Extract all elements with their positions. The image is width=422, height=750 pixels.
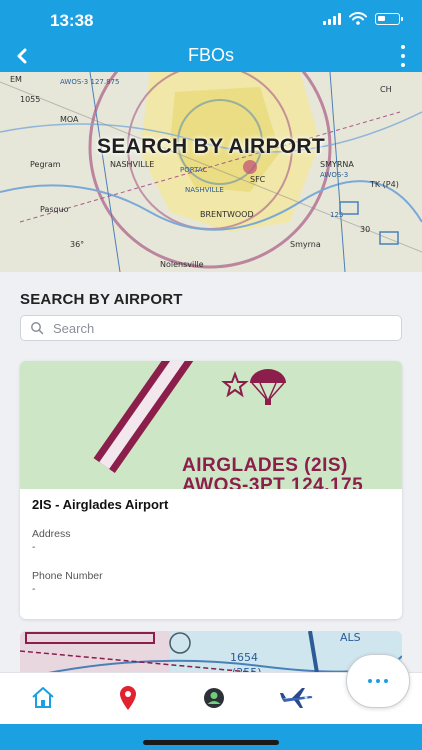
- svg-text:AWOS-3 127.875: AWOS-3 127.875: [60, 78, 119, 86]
- svg-text:ALS: ALS: [340, 631, 361, 644]
- chart-label-awos: AWOS-3PT 124.175: [182, 475, 364, 489]
- svg-text:125: 125: [330, 211, 343, 219]
- svg-text:BRENTWOOD: BRENTWOOD: [200, 210, 254, 219]
- svg-text:CH: CH: [380, 85, 392, 94]
- search-bar[interactable]: [20, 315, 402, 341]
- svg-text:36°: 36°: [70, 240, 84, 249]
- sectional-chart-image: 1055 MOA NASHVILLE Pegram Pasquo 36° SFC SMYR…: [0, 72, 422, 272]
- svg-text:MOA: MOA: [60, 115, 79, 124]
- svg-text:1055: 1055: [20, 95, 40, 104]
- svg-text:TK (P4): TK (P4): [369, 180, 399, 189]
- home-icon: [32, 687, 54, 708]
- airport-name: 2IS - Airglades Airport: [32, 497, 169, 512]
- profile-icon: [204, 688, 224, 708]
- svg-text:Smyrna: Smyrna: [290, 240, 321, 249]
- wifi-icon: [349, 12, 367, 25]
- tab-map[interactable]: [113, 683, 143, 713]
- kebab-menu-icon: [401, 45, 405, 49]
- section-heading: SEARCH BY AIRPORT: [20, 291, 183, 308]
- battery-icon: [375, 12, 403, 25]
- home-indicator-area: [0, 724, 422, 750]
- svg-text:Nolensville: Nolensville: [160, 260, 204, 269]
- cellular-signal-icon: [323, 12, 341, 25]
- status-bar: 13:38: [0, 0, 422, 40]
- hero-banner: 1055 MOA NASHVILLE Pegram Pasquo 36° SFC SMYR…: [0, 72, 422, 272]
- phone-value: -: [32, 583, 36, 595]
- more-options-button[interactable]: [396, 45, 410, 67]
- airport-card[interactable]: AIRGLADES (2IS) AWOS-3PT 124.175 2IS - A…: [20, 361, 402, 619]
- svg-text:AWOS-3: AWOS-3: [320, 171, 348, 179]
- svg-text:EM: EM: [10, 75, 22, 84]
- tab-home[interactable]: [28, 683, 58, 713]
- svg-text:NASHVILLE: NASHVILLE: [110, 160, 154, 169]
- status-icons: [323, 12, 403, 25]
- phone-label: Phone Number: [32, 570, 103, 582]
- home-indicator[interactable]: [143, 740, 279, 745]
- airport-chart-image: AIRGLADES (2IS) AWOS-3PT 124.175: [20, 361, 402, 489]
- svg-text:SMYRNA: SMYRNA: [320, 160, 354, 169]
- hero-title: SEARCH BY AIRPORT: [97, 135, 325, 158]
- map-pin-icon: [120, 686, 136, 710]
- tab-profile[interactable]: [199, 683, 229, 713]
- tab-aircraft[interactable]: [280, 683, 314, 713]
- svg-text:30: 30: [360, 225, 370, 234]
- svg-text:Pegram: Pegram: [30, 160, 61, 169]
- address-value: -: [32, 541, 36, 553]
- svg-text:NASHVILLE: NASHVILLE: [185, 186, 224, 194]
- svg-text:1654: 1654: [230, 651, 258, 664]
- chart-label-airport: AIRGLADES (2IS): [182, 455, 348, 476]
- svg-text:Pasquo: Pasquo: [40, 205, 69, 214]
- svg-text:PORTAC: PORTAC: [180, 166, 207, 174]
- airplane-icon: [280, 688, 313, 708]
- search-input[interactable]: [53, 320, 383, 336]
- more-button[interactable]: [346, 654, 410, 708]
- more-dots-icon: [368, 679, 372, 683]
- status-time: 13:38: [50, 11, 94, 30]
- svg-text:SFC: SFC: [250, 175, 266, 184]
- search-icon: [31, 322, 44, 335]
- page-title: FBOs: [187, 45, 234, 65]
- nav-bar: FBOs: [0, 40, 422, 72]
- address-label: Address: [32, 528, 71, 540]
